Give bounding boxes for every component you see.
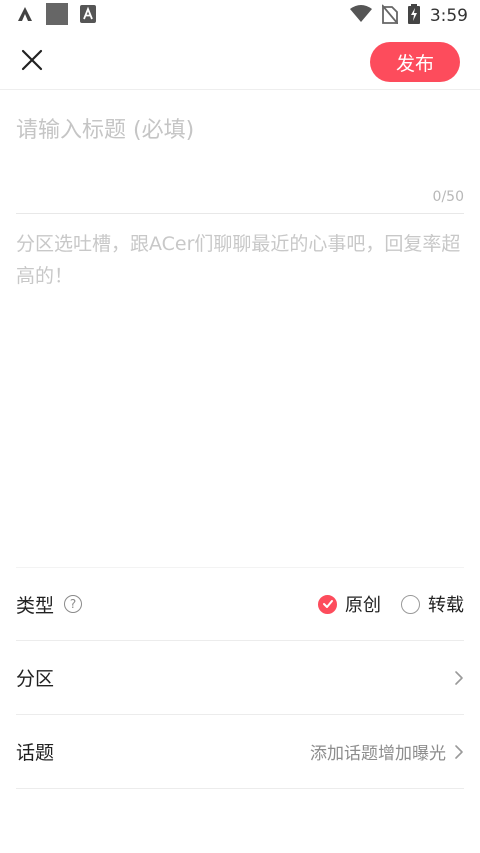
section-row[interactable]: 分区	[16, 641, 464, 715]
close-icon	[21, 49, 43, 75]
radio-original-label: 原创	[345, 595, 381, 616]
topic-row[interactable]: 话题 添加话题增加曝光	[16, 715, 464, 789]
status-bar: 3:59	[0, 0, 480, 32]
battery-charging-icon	[407, 4, 420, 28]
section-label: 分区	[16, 668, 55, 690]
type-label: 类型	[16, 594, 55, 617]
no-sim-icon	[381, 4, 399, 28]
content-input[interactable]	[16, 228, 464, 548]
help-icon[interactable]: ?	[64, 595, 83, 613]
title-input[interactable]	[16, 110, 464, 150]
radio-repost[interactable]: 转载	[401, 591, 464, 617]
divider	[16, 213, 464, 214]
title-char-counter: 0/50	[432, 189, 464, 205]
app-logo-icon	[16, 5, 34, 27]
status-time: 3:59	[429, 6, 468, 26]
publish-button[interactable]: 发布	[370, 42, 460, 82]
radio-checked-icon	[318, 594, 337, 614]
radio-unchecked-icon	[401, 594, 420, 614]
chevron-right-icon	[454, 670, 464, 686]
type-row: 类型 ? 原创 转载	[16, 567, 464, 641]
topic-label: 话题	[16, 742, 55, 764]
close-button[interactable]	[12, 42, 52, 82]
chevron-right-icon	[454, 744, 464, 760]
app-bar: 发布	[0, 32, 480, 90]
radio-original[interactable]: 原创	[318, 591, 381, 617]
font-app-icon	[80, 5, 96, 27]
type-radio-group: 原创 转载	[318, 591, 464, 617]
topic-hint: 添加话题增加曝光	[310, 744, 446, 764]
wifi-icon	[349, 5, 372, 27]
square-notification-icon	[46, 3, 68, 29]
radio-repost-label: 转载	[428, 595, 464, 616]
